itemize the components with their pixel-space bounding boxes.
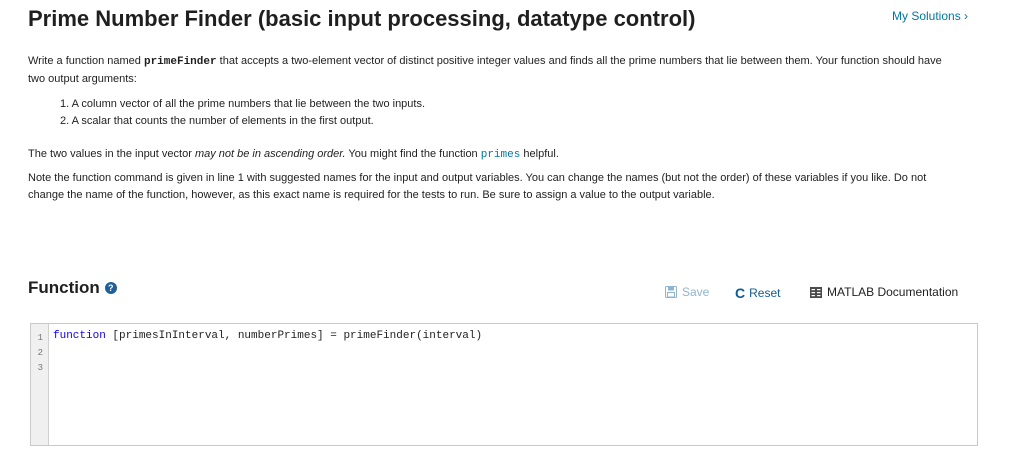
description-paragraph-2: The two values in the input vector may n… [28,148,559,161]
list-item: 2. A scalar that counts the number of el… [60,115,374,127]
description-paragraph-1: Write a function named primeFinder that … [28,55,942,85]
function-keyword: function [53,330,106,342]
my-solutions-link[interactable]: My Solutions › [892,9,968,23]
refresh-icon: C [735,285,746,301]
documentation-icon [810,286,822,298]
line-number: 3 [37,363,43,373]
reset-button[interactable]: C Reset [735,285,780,301]
save-button[interactable]: Save [665,285,709,299]
function-section-heading: Function ? [28,278,117,298]
line-number-gutter: 1 2 3 [31,324,49,445]
line-number: 2 [37,348,43,358]
code-line-1[interactable]: function [primesInInterval, numberPrimes… [53,330,482,342]
page-title: Prime Number Finder (basic input process… [28,6,696,31]
line-number: 1 [37,333,43,343]
question-circle-icon[interactable]: ? [104,282,117,294]
matlab-documentation-button[interactable]: MATLAB Documentation [810,285,958,299]
description-paragraph-3: Note the function command is given in li… [28,172,927,201]
requirements-list: 1. A column vector of all the prime numb… [60,96,425,130]
problem-description: Write a function named primeFinder that … [28,53,958,88]
floppy-disk-icon [665,286,677,298]
code-editor[interactable]: 1 2 3 function [primesInInterval, number… [30,323,978,446]
primes-function-link[interactable]: primes [481,149,521,161]
list-item: 1. A column vector of all the prime numb… [60,98,426,110]
function-name-code: primeFinder [143,56,217,68]
